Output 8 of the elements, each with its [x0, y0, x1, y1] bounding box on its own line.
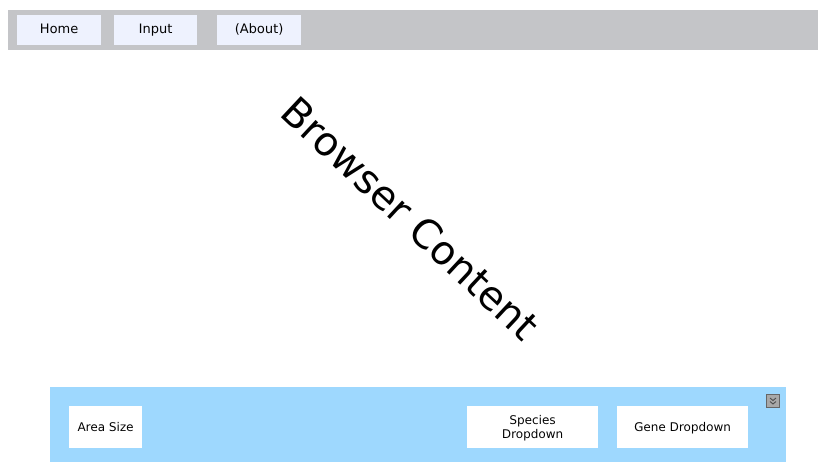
- nav-button[interactable]: (About): [217, 15, 301, 45]
- double-chevron-down-icon: [769, 397, 777, 405]
- collapse-button[interactable]: [766, 394, 780, 408]
- control-button[interactable]: Area Size: [69, 406, 142, 448]
- nav-button[interactable]: Home: [17, 15, 101, 45]
- nav-button[interactable]: Input: [114, 15, 197, 45]
- control-button[interactable]: Gene Dropdown: [617, 406, 748, 448]
- control-button[interactable]: Species Dropdown: [467, 406, 598, 448]
